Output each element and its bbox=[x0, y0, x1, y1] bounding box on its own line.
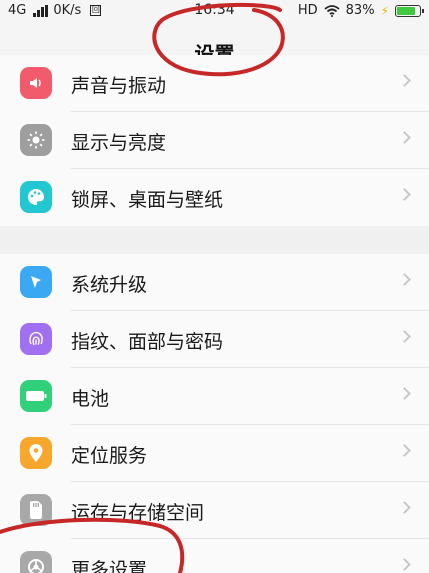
settings-item-fingerprint[interactable]: 指纹、面部与密码 bbox=[0, 311, 429, 368]
battery-icon bbox=[20, 380, 52, 412]
section-gap bbox=[0, 226, 429, 254]
system-update-icon bbox=[20, 266, 52, 298]
settings-item-wallpaper[interactable]: 锁屏、桌面与壁纸 bbox=[0, 169, 429, 226]
chevron-right-icon bbox=[398, 330, 411, 343]
settings-item-label: 锁屏、桌面与壁纸 bbox=[71, 189, 224, 211]
battery-percent: 83% bbox=[345, 3, 375, 18]
settings-item-battery[interactable]: 电池 bbox=[0, 368, 429, 425]
storage-icon bbox=[20, 494, 52, 526]
status-bar: 4G 0K/s 回 16:34 HD 83% ⚡ bbox=[0, 0, 429, 22]
settings-item-more[interactable]: 更多设置 bbox=[0, 539, 429, 573]
settings-item-storage[interactable]: 运存与存储空间 bbox=[0, 482, 429, 539]
charging-icon: ⚡ bbox=[380, 3, 389, 18]
settings-item-location[interactable]: 定位服务 bbox=[0, 425, 429, 482]
palette-icon bbox=[20, 181, 52, 213]
settings-item-label: 定位服务 bbox=[71, 445, 148, 467]
chevron-right-icon bbox=[398, 501, 411, 514]
chevron-right-icon bbox=[398, 558, 411, 571]
settings-item-label: 指纹、面部与密码 bbox=[71, 331, 224, 353]
settings-item-label: 电池 bbox=[71, 388, 110, 410]
chevron-right-icon bbox=[398, 444, 411, 457]
settings-group-1: 声音与振动 显示与亮度 锁屏、桌面与壁纸 bbox=[0, 55, 429, 226]
sound-icon bbox=[20, 67, 52, 99]
settings-item-sound[interactable]: 声音与振动 bbox=[0, 55, 429, 112]
settings-item-label: 更多设置 bbox=[71, 559, 148, 573]
chevron-right-icon bbox=[398, 188, 411, 201]
wifi-icon bbox=[324, 4, 340, 17]
chevron-right-icon bbox=[398, 387, 411, 400]
settings-item-label: 声音与振动 bbox=[71, 75, 167, 97]
settings-item-system-update[interactable]: 系统升级 bbox=[0, 254, 429, 311]
settings-item-display[interactable]: 显示与亮度 bbox=[0, 112, 429, 169]
hd-indicator: HD bbox=[297, 3, 318, 18]
settings-item-label: 运存与存储空间 bbox=[71, 502, 205, 524]
brightness-icon bbox=[20, 124, 52, 156]
settings-item-label: 显示与亮度 bbox=[71, 132, 167, 154]
chevron-right-icon bbox=[398, 74, 411, 87]
settings-item-label: 系统升级 bbox=[71, 274, 148, 296]
location-icon bbox=[20, 437, 52, 469]
settings-group-2: 系统升级 指纹、面部与密码 电池 定位服务 运存与存储空间 更多设置 bbox=[0, 254, 429, 573]
chevron-right-icon bbox=[398, 131, 411, 144]
fingerprint-icon bbox=[20, 323, 52, 355]
chevron-right-icon bbox=[398, 273, 411, 286]
gear-icon bbox=[20, 551, 52, 573]
battery-status-icon bbox=[395, 4, 424, 17]
status-right: HD 83% ⚡ bbox=[297, 3, 424, 18]
